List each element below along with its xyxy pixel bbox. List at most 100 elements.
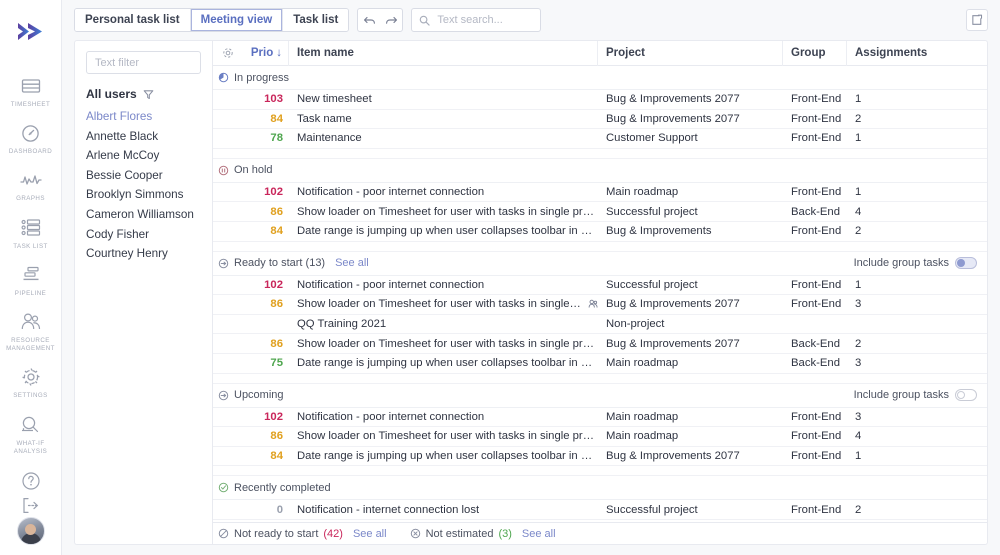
table-row[interactable]: 86 Show loader on Timesheet for user wit… xyxy=(213,295,987,315)
row-assignments: 1 xyxy=(847,450,987,462)
sidebar-item-settings[interactable]: SETTINGS xyxy=(0,363,62,400)
avatar[interactable] xyxy=(17,517,45,545)
list-item[interactable]: Albert Flores xyxy=(86,107,201,127)
what-if-analysis-icon xyxy=(19,413,43,437)
column-header-group[interactable]: Group xyxy=(783,41,847,66)
redo-button[interactable] xyxy=(380,9,402,31)
section-spacer xyxy=(213,149,987,159)
search-input[interactable] xyxy=(435,13,533,27)
section-header-recently-completed[interactable]: Recently completed xyxy=(213,476,987,500)
table-row[interactable]: 78 Maintenance Customer Support Front-En… xyxy=(213,129,987,149)
help-question-icon[interactable] xyxy=(19,469,43,493)
table-row[interactable]: 102 Notification - poor internet connect… xyxy=(213,276,987,296)
toggle-switch-off[interactable] xyxy=(955,389,977,401)
row-item-name: Notification - internet connection lost xyxy=(289,504,598,516)
column-header-project[interactable]: Project xyxy=(598,41,783,66)
sidebar-item-pipeline[interactable]: PIPELINE xyxy=(0,261,62,298)
include-group-tasks-toggle-upcoming[interactable]: Include group tasks xyxy=(854,389,987,401)
row-prio: 86 xyxy=(239,298,289,310)
row-project: Bug & Improvements 2077 xyxy=(598,450,783,462)
column-header-item-name[interactable]: Item name xyxy=(289,41,598,66)
table-row[interactable]: 84 Task name Bug & Improvements 2077 Fro… xyxy=(213,110,987,130)
row-item-name-text: QQ Training 2021 xyxy=(297,318,386,330)
list-item[interactable]: Cameron Williamson xyxy=(86,205,201,225)
table-row[interactable]: 103 New timesheet Bug & Improvements 207… xyxy=(213,90,987,110)
section-header-in-progress[interactable]: In progress xyxy=(213,66,987,90)
footer-not-ready-to-start[interactable]: Not ready to start (42) See all xyxy=(218,528,387,540)
fast-forward-logo[interactable] xyxy=(13,14,49,50)
table-row[interactable]: 84 Date range is jumping up when user co… xyxy=(213,222,987,242)
user-list: Albert Flores Annette Black Arlene McCoy… xyxy=(86,107,201,264)
group-task-people-icon xyxy=(588,299,598,309)
table-row[interactable]: QQ Training 2021 Non-project xyxy=(213,315,987,335)
table-row[interactable]: 0 Notification - internet connection los… xyxy=(213,500,987,520)
search-icon xyxy=(419,15,430,26)
footer-not-estimated[interactable]: Not estimated (3) See all xyxy=(410,528,556,540)
section-header-ready-to-start[interactable]: Ready to start (13) See all Include grou… xyxy=(213,252,987,276)
row-prio: 86 xyxy=(239,206,289,218)
list-item[interactable]: Brooklyn Simmons xyxy=(86,185,201,205)
row-project: Bug & Improvements 2077 xyxy=(598,113,783,125)
open-in-new-window-button[interactable] xyxy=(966,9,988,31)
row-item-name-text: Show loader on Timesheet for user with t… xyxy=(297,338,598,350)
see-all-link-not-ready[interactable]: See all xyxy=(353,528,387,540)
tab-personal-task-list[interactable]: Personal task list xyxy=(75,9,191,31)
table-row[interactable]: 84 Date range is jumping up when user co… xyxy=(213,447,987,467)
see-all-link-ready-to-start[interactable]: See all xyxy=(335,257,369,269)
list-item[interactable]: Cody Fisher xyxy=(86,225,201,245)
row-item-name-text: Notification - internet connection lost xyxy=(297,504,479,516)
row-item-name: Task name xyxy=(289,113,598,125)
funnel-filter-icon[interactable] xyxy=(143,89,154,100)
tab-meeting-view[interactable]: Meeting view xyxy=(191,9,284,31)
list-item[interactable]: Courtney Henry xyxy=(86,244,201,264)
row-item-name: Date range is jumping up when user colla… xyxy=(289,225,598,237)
not-estimated-icon xyxy=(410,528,421,539)
all-users-label: All users xyxy=(86,87,137,101)
upcoming-icon xyxy=(218,390,229,401)
see-all-link-not-estimated[interactable]: See all xyxy=(522,528,556,540)
ready-to-start-icon xyxy=(218,258,229,269)
section-header-on-hold[interactable]: On hold xyxy=(213,159,987,183)
sidebar-item-dashboard[interactable]: DASHBOARD xyxy=(0,119,62,156)
row-item-name: Notification - poor internet connection xyxy=(289,279,598,291)
app-root: TIMESHEET DASHBOARD GRAPHS xyxy=(0,0,1000,555)
table-row[interactable]: 102 Notification - poor internet connect… xyxy=(213,408,987,428)
row-item-name: Show loader on Timesheet for user with t… xyxy=(289,298,598,310)
table-row[interactable]: 75 Date range is jumping up when user co… xyxy=(213,354,987,374)
tab-task-list[interactable]: Task list xyxy=(283,9,348,31)
section-header-upcoming[interactable]: Upcoming Include group tasks xyxy=(213,384,987,408)
footer-label: Not estimated xyxy=(426,528,494,540)
table-row[interactable]: 86 Show loader on Timesheet for user wit… xyxy=(213,334,987,354)
table-row[interactable]: 102 Notification - poor internet connect… xyxy=(213,183,987,203)
column-header-prio[interactable]: Prio ↓ xyxy=(239,41,289,66)
list-item[interactable]: Arlene McCoy xyxy=(86,146,201,166)
sidebar-item-timesheet[interactable]: TIMESHEET xyxy=(0,72,62,109)
sidebar-item-what-if-analysis[interactable]: WHAT-IF ANALYSIS xyxy=(0,411,62,456)
row-assignments: 4 xyxy=(847,430,987,442)
row-group: Front-End xyxy=(783,411,847,423)
undo-button[interactable] xyxy=(358,9,380,31)
row-prio: 103 xyxy=(239,93,289,105)
table-row[interactable]: 86 Show loader on Timesheet for user wit… xyxy=(213,202,987,222)
text-filter-input[interactable] xyxy=(86,51,201,74)
logout-icon[interactable] xyxy=(19,493,43,517)
row-group: Front-End xyxy=(783,225,847,237)
row-group: Back-End xyxy=(783,206,847,218)
list-item[interactable]: Annette Black xyxy=(86,127,201,147)
section-spacer xyxy=(213,374,987,384)
toggle-switch-on[interactable] xyxy=(955,257,977,269)
all-users-row[interactable]: All users xyxy=(86,87,201,101)
pipeline-icon xyxy=(19,263,43,287)
sidebar-item-resource-management[interactable]: RESOURCE MANAGEMENT xyxy=(0,308,62,353)
include-group-tasks-toggle-ready[interactable]: Include group tasks xyxy=(854,257,987,269)
column-settings-gear-icon[interactable] xyxy=(217,47,239,59)
row-item-name: Show loader on Timesheet for user with t… xyxy=(289,338,598,350)
table-row[interactable]: 86 Show loader on Timesheet for user wit… xyxy=(213,427,987,447)
sidebar-item-graphs[interactable]: GRAPHS xyxy=(0,166,62,203)
search-box[interactable] xyxy=(411,8,541,32)
column-header-assignments[interactable]: Assignments xyxy=(847,41,987,66)
list-item[interactable]: Bessie Cooper xyxy=(86,166,201,186)
row-item-name: Notification - poor internet connection xyxy=(289,186,598,198)
sidebar-item-task-list[interactable]: TASK LIST xyxy=(0,214,62,251)
row-prio: 84 xyxy=(239,450,289,462)
